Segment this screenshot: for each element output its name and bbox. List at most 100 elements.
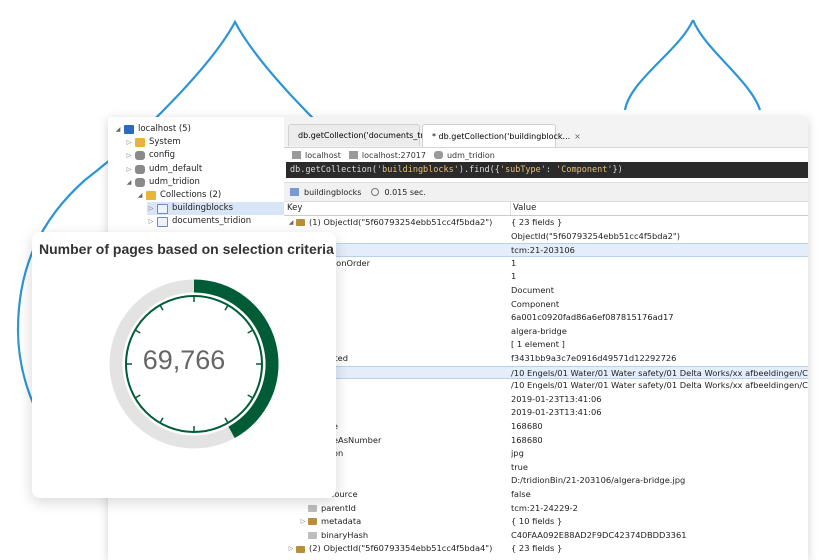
collapsed-arrow-icon[interactable]: ▷ — [286, 542, 296, 556]
expanded-arrow-icon[interactable]: ◢ — [136, 189, 144, 202]
tree-item-label: Collections (2) — [160, 190, 222, 200]
result-collection: buildingblocks — [304, 187, 362, 197]
connection-database: udm_tridion — [446, 150, 495, 160]
table-row[interactable]: SizeAsNumber 168680 — [284, 434, 808, 448]
table-row[interactable]: ied2019-01-23T13:41:06 — [284, 406, 808, 420]
tab-label: * db.getCollection('buildingblock... — [432, 131, 571, 141]
value-cell: { 23 fields } — [511, 543, 563, 554]
tree-item[interactable]: ◢ Collections (2) — [136, 189, 284, 202]
value-cell: 168680 — [511, 421, 543, 431]
table-row[interactable]: ◢ (1) ObjectId("5f60793254ebb51cc4f5bda2"… — [284, 216, 808, 230]
tree-item-label: config — [149, 150, 176, 161]
close-tab-icon[interactable]: × — [574, 126, 581, 147]
table-row[interactable]: ersionOrder 1 — [284, 257, 808, 271]
tree-item[interactable]: ▷ documents_tridion — [147, 215, 284, 228]
table-row[interactable]: Document — [284, 284, 808, 298]
tree-item[interactable]: ▷ config — [125, 149, 284, 162]
object-field-icon — [296, 545, 305, 553]
query-value: 'Component' — [556, 165, 613, 175]
query-key: 'subType' — [499, 165, 546, 175]
right-drop-outline-2 — [691, 19, 762, 111]
tree-item[interactable]: ◢ udm_tridion — [125, 176, 284, 189]
tree-item[interactable]: ▷ System — [125, 136, 284, 149]
table-row[interactable]: binaryHash C40FAA092E88AD2F9DC42374DBDD33… — [284, 529, 808, 543]
tree-item[interactable]: ◢ localhost (5) — [114, 123, 284, 136]
value-cell: tcm:21-24229-2 — [511, 502, 578, 513]
table-row[interactable]: true — [284, 461, 808, 475]
key-label: (2) ObjectId("5f60793354ebb51cc4f5bda4") — [309, 543, 493, 554]
tree-item[interactable]: ▷ udm_default — [125, 163, 284, 176]
connection-info-bar: localhost localhost:27017 udm_tridion — [284, 147, 808, 163]
collapsed-arrow-icon[interactable]: ▷ — [125, 149, 133, 162]
value-cell: jpg — [511, 448, 524, 459]
tab-documents-tridion[interactable]: db.getCollection('documents_tri... × — [288, 124, 444, 146]
table-row[interactable]: mSource false — [284, 488, 808, 502]
key-cell: ◢ (1) ObjectId("5f60793254ebb51cc4f5bda2"… — [286, 216, 493, 230]
table-row[interactable]: nsionjpg — [284, 447, 808, 461]
collapsed-arrow-icon[interactable]: ▷ — [147, 215, 155, 228]
result-grid-header: Key Value — [284, 202, 808, 216]
expanded-arrow-icon[interactable]: ◢ — [114, 123, 122, 136]
server-icon — [292, 151, 301, 159]
query-middle: ).find({ — [458, 165, 500, 175]
key-label: metadata — [321, 516, 362, 527]
value-cell: ObjectId("5f60793254ebb51cc4f5bda2") — [511, 230, 680, 241]
database-icon — [135, 151, 145, 161]
table-row[interactable]: algera-bridge — [284, 325, 808, 339]
value-cell: 6a001c0920fad86a6ef087815176ad17 — [511, 312, 674, 323]
collapsed-arrow-icon[interactable]: ▷ — [125, 136, 133, 149]
key-cell: ▷ (2) ObjectId("5f60793354ebb51cc4f5bda4"… — [286, 542, 493, 556]
gauge-tick — [224, 417, 229, 423]
table-row[interactable]: ed2019-01-23T13:41:06 — [284, 393, 808, 407]
connection-host: localhost — [305, 150, 341, 160]
value-cell: D:/tridionBin/21-203106/algera-bridge.jp… — [511, 475, 686, 486]
column-header-key[interactable]: Key — [287, 202, 302, 215]
connection-port: localhost:27017 — [361, 150, 426, 160]
gauge-tick — [135, 329, 141, 334]
string-field-icon — [308, 532, 317, 540]
table-row[interactable]: d/10 Engels/01 Water/01 Water safety/01 … — [284, 365, 808, 380]
table-row[interactable]: ▷ metadata { 10 fields } — [284, 515, 808, 529]
query-tab-bar: db.getCollection('documents_tri... × * d… — [284, 117, 808, 148]
collapsed-arrow-icon[interactable]: ▷ — [298, 515, 308, 529]
key-label: (1) ObjectId("5f60793254ebb51cc4f5bda2") — [309, 217, 493, 227]
gauge-tick — [159, 305, 164, 311]
table-row[interactable]: ▷ (2) ObjectId("5f60793354ebb51cc4f5bda4"… — [284, 542, 808, 556]
object-field-icon — [308, 518, 317, 526]
collection-icon — [157, 216, 168, 227]
value-cell: false — [511, 489, 531, 499]
table-row[interactable]: _idObjectId("5f60793254ebb51cc4f5bda2") — [284, 230, 808, 244]
value-cell: [ 1 element ] — [511, 339, 565, 350]
collection-icon — [157, 203, 168, 214]
table-row[interactable]: 6a001c0920fad86a6ef087815176ad17 — [284, 311, 808, 325]
collapsed-arrow-icon[interactable]: ▷ — [125, 163, 133, 176]
collection-icon — [290, 188, 299, 196]
table-row[interactable]: Size168680 — [284, 420, 808, 434]
value-cell: /10 Engels/01 Water/01 Water safety/01 D… — [511, 380, 808, 391]
database-icon — [135, 164, 145, 174]
collapsed-arrow-icon[interactable]: ▷ — [147, 202, 155, 215]
table-row[interactable]: [ 1 element ] — [284, 338, 808, 352]
value-cell: 2019-01-23T13:41:06 — [511, 393, 602, 404]
table-row[interactable]: nD:/tridionBin/21-203106/algera-bridge.j… — [284, 474, 808, 488]
expanded-arrow-icon[interactable]: ◢ — [125, 176, 133, 189]
database-icon — [135, 177, 145, 187]
tab-buildingblocks[interactable]: * db.getCollection('buildingblock... × — [422, 124, 581, 147]
table-row[interactable]: reatedf3431bb9a3c7e0916d49571d12292726 — [284, 352, 808, 366]
tree-item[interactable]: ▷ buildingblocks — [147, 202, 284, 216]
table-row[interactable]: parentId tcm:21-24229-2 — [284, 502, 808, 516]
value-cell: 1 — [511, 257, 517, 268]
table-row[interactable]: Component — [284, 298, 808, 312]
server-icon — [124, 125, 134, 134]
table-row[interactable]: unt1 — [284, 270, 808, 284]
table-row[interactable]: /10 Engels/01 Water/01 Water safety/01 D… — [284, 379, 808, 393]
column-header-value[interactable]: Value — [510, 202, 536, 215]
key-cell: parentId — [298, 502, 356, 516]
table-row[interactable]: tcm:21-203106 — [284, 243, 808, 257]
value-cell: tcm:21-203106 — [511, 245, 575, 256]
gauge-value: 69,766 — [142, 345, 226, 375]
expanded-arrow-icon[interactable]: ◢ — [286, 216, 296, 230]
query-editor[interactable]: db.getCollection('buildingblocks').find(… — [286, 162, 808, 178]
query-suffix: }) — [612, 165, 623, 175]
query-colon: : — [545, 165, 557, 175]
